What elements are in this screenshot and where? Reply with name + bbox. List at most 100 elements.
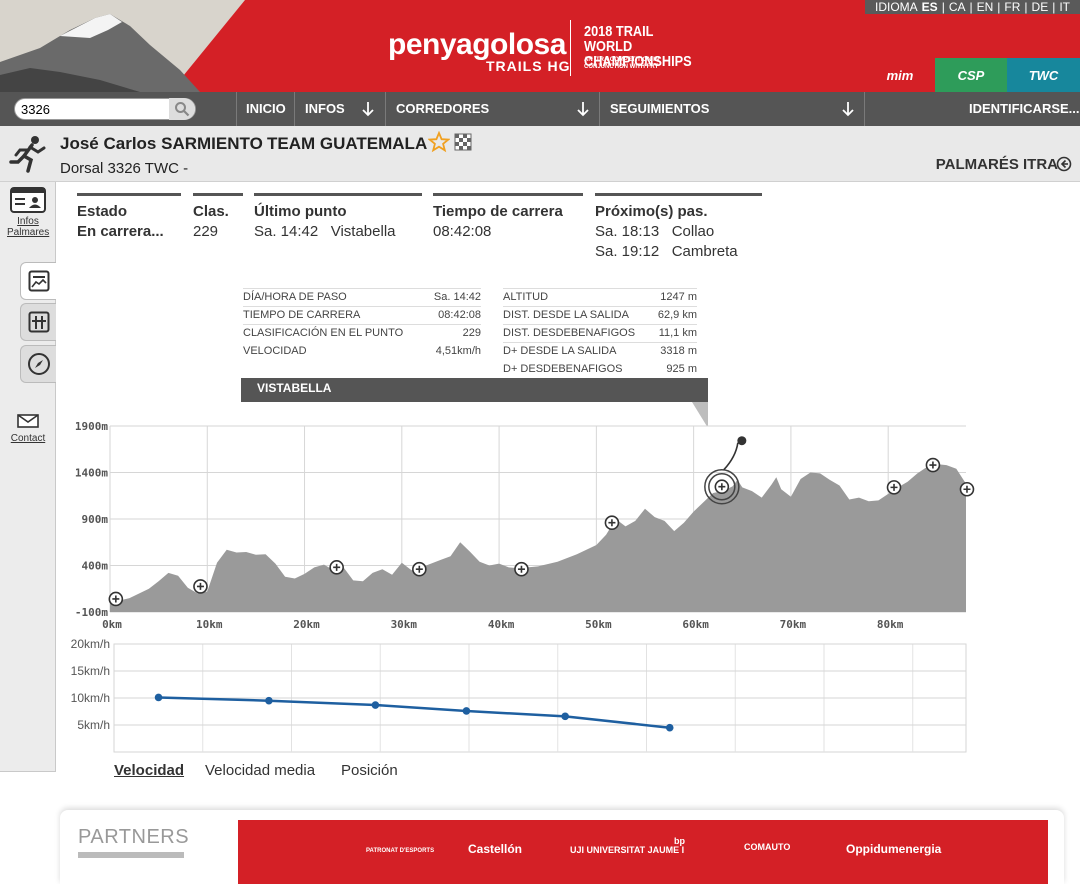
runner-dorsal: Dorsal 3326 TWC - xyxy=(60,160,189,177)
speed-point xyxy=(561,712,569,721)
grid-table-icon xyxy=(28,311,49,333)
nav-item-seguimientos[interactable]: SEGUIMIENTOS xyxy=(610,92,709,126)
stat-ultimo-punto: Último punto Sa. 14:42 Vistabella xyxy=(254,193,422,242)
stat-estado-label: Estado xyxy=(77,203,128,220)
nav-separator xyxy=(599,92,600,126)
partner-logo-patronat[interactable]: PATRONAT D'ESPORTS xyxy=(366,848,434,854)
y-tick-label: 400m xyxy=(82,560,109,573)
x-tick-label: 10km xyxy=(196,618,223,631)
speed-point xyxy=(462,707,471,715)
profile-chart-icon xyxy=(28,270,49,292)
y-tick-label: 15km/h xyxy=(71,664,110,678)
partners-section: PARTNERS PATRONAT D'ESPORTS Castellón UJ… xyxy=(60,810,1064,884)
arrow-left-circle-icon[interactable] xyxy=(1056,156,1072,172)
stat-ultimo-label: Último punto xyxy=(254,203,347,220)
tab-posicion[interactable]: Posición xyxy=(341,762,398,779)
tooltip-row: D+ DESDE LA SALIDA 3318 m xyxy=(503,342,697,357)
language-label: IDIOMA xyxy=(875,0,918,14)
language-option-ca[interactable]: CA xyxy=(949,1,966,13)
stat-tiempo-value: 08:42:08 xyxy=(433,223,492,240)
search-button[interactable] xyxy=(169,98,195,120)
partners-title: PARTNERS xyxy=(78,826,190,848)
speed-point xyxy=(265,696,273,705)
arrow-down-icon[interactable] xyxy=(361,100,375,118)
id-card-icon xyxy=(10,187,46,213)
stat-estado-value: En carrera... xyxy=(77,223,164,240)
race-badge-csp[interactable]: CSP xyxy=(935,58,1007,92)
nav-item-identificarse[interactable]: IDENTIFICARSE... xyxy=(969,92,1080,126)
tab-velocidad[interactable]: Velocidad xyxy=(114,762,184,779)
palmares-itra-link[interactable]: PALMARÉS ITRA xyxy=(936,156,1058,173)
search-box xyxy=(14,98,196,120)
arrow-down-icon[interactable] xyxy=(576,100,590,118)
tooltip-row: DIST. DESDEBENAFIGOS 11,1 km xyxy=(503,324,697,339)
partners-logo-band: PATRONAT D'ESPORTS Castellón UJI UNIVERS… xyxy=(238,820,1048,884)
nav-separator xyxy=(236,92,237,126)
language-option-it[interactable]: IT xyxy=(1059,1,1070,13)
stat-tiempo-label: Tiempo de carrera xyxy=(433,203,563,220)
nav-item-inicio[interactable]: INICIO xyxy=(246,92,286,126)
sidebar-infos-palmares[interactable]: Infos Palmares xyxy=(7,184,49,246)
trails-logo-text: TRAILS HG xyxy=(486,58,571,74)
y-tick-label: 20km/h xyxy=(71,637,110,651)
left-sidebar: Infos Palmares Contact xyxy=(0,182,56,772)
speed-point xyxy=(371,701,380,709)
x-tick-label: 40km xyxy=(488,618,515,631)
partner-logo-castellon[interactable]: Castellón xyxy=(468,842,522,856)
race-badge-mim[interactable]: mim xyxy=(864,58,936,92)
y-tick-label: 5km/h xyxy=(77,718,110,732)
stat-clas-value: 229 xyxy=(193,223,219,240)
runner-icon xyxy=(9,136,46,173)
search-input[interactable] xyxy=(21,101,171,118)
sidebar-tab-splits[interactable] xyxy=(20,303,56,341)
checkpoint-name-banner: VISTABELLA xyxy=(241,378,707,402)
speed-point xyxy=(665,723,674,732)
arrow-down-icon[interactable] xyxy=(841,100,855,118)
stat-estado: Estado En carrera... xyxy=(77,193,181,242)
partner-logo-oppidum[interactable]: Oppidumenergia xyxy=(846,842,941,856)
checkered-flag-icon[interactable] xyxy=(454,133,472,151)
sidebar-tab-map[interactable] xyxy=(20,345,56,383)
language-option-es[interactable]: ES xyxy=(922,1,938,13)
runner-name: José Carlos SARMIENTO xyxy=(60,134,263,153)
runner-header: José Carlos SARMIENTO TEAM GUATEMALA Dor… xyxy=(0,126,1080,182)
runner-team: TEAM GUATEMALA xyxy=(267,134,428,153)
sidebar-infos-label[interactable]: Infos Palmares xyxy=(7,216,49,238)
star-favorite-icon[interactable] xyxy=(428,131,450,153)
x-tick-label: 0km xyxy=(102,618,122,631)
penyagolosa-logo[interactable]: penyagolosa xyxy=(388,28,566,62)
language-option-de[interactable]: DE xyxy=(1032,1,1049,13)
x-tick-label: 60km xyxy=(682,618,709,631)
x-tick-label: 50km xyxy=(585,618,612,631)
language-option-fr[interactable]: FR xyxy=(1004,1,1020,13)
sidebar-contact[interactable]: Contact xyxy=(4,414,52,444)
partner-logo-bp[interactable]: bp xyxy=(674,836,685,846)
speed-chart[interactable]: 20km/h 15km/h 10km/h 5km/h xyxy=(60,636,980,756)
y-tick-label: 1400m xyxy=(75,467,108,480)
x-tick-label: 20km xyxy=(293,618,320,631)
tooltip-row: DIST. DESDE LA SALIDA 62,9 km xyxy=(503,306,697,321)
race-badge-twc[interactable]: TWC xyxy=(1007,58,1080,92)
nav-item-corredores[interactable]: CORREDORES xyxy=(396,92,489,126)
partner-logo-uji[interactable]: UJI UNIVERSITAT JAUME I xyxy=(570,845,684,855)
partner-logo-comauto[interactable]: COMAUTO xyxy=(744,842,790,852)
compass-icon xyxy=(27,353,50,375)
stat-ultimo-value: Sa. 14:42 Vistabella xyxy=(254,223,396,240)
championship-subtitle: AN ITRA COMPETITION IN CONJUNCTION WITH … xyxy=(584,57,660,70)
elevation-profile-chart[interactable]: 0km 10km 20km 30km 40km 50km 60km 70km 80km 1900m… xyxy=(60,400,980,640)
partners-underline xyxy=(78,852,184,858)
contact-label[interactable]: Contact xyxy=(4,433,52,444)
language-option-en[interactable]: EN xyxy=(977,1,994,13)
stat-proximo-value: Sa. 18:13 Collao xyxy=(595,223,715,240)
tooltip-row: ALTITUD 1247 m xyxy=(503,288,697,303)
tooltip-row: TIEMPO DE CARRERA 08:42:08 xyxy=(243,306,481,321)
tab-velocidad-media[interactable]: Velocidad media xyxy=(205,762,315,779)
stat-proximo-label: Próximo(s) pas. xyxy=(595,203,708,220)
nav-item-infos[interactable]: INFOS xyxy=(305,92,345,126)
stat-clas-label: Clas. xyxy=(193,203,229,220)
language-bar: IDIOMA ES | CA | EN | FR | DE | IT xyxy=(865,0,1080,14)
y-tick-label: 1900m xyxy=(75,420,108,433)
nav-separator xyxy=(385,92,386,126)
y-tick-label: -100m xyxy=(75,606,108,619)
sidebar-tab-profile[interactable] xyxy=(20,262,56,300)
